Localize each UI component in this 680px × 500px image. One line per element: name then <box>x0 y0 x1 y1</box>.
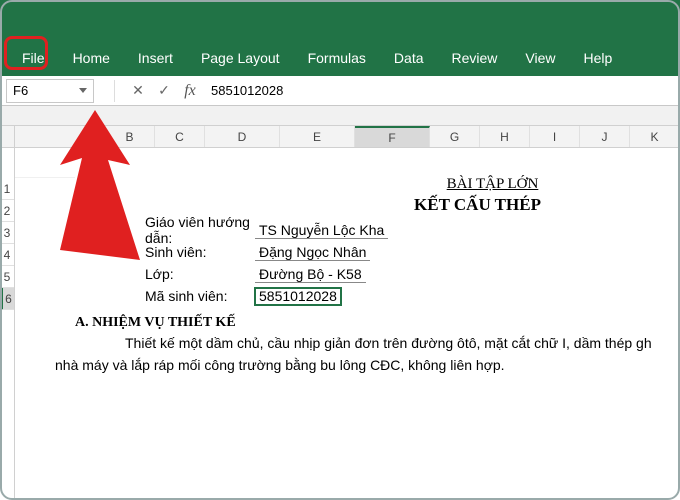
row-header-6[interactable]: 6 <box>0 288 14 310</box>
fx-icon[interactable]: fx <box>177 82 203 100</box>
separator <box>114 80 115 102</box>
tab-file[interactable]: File <box>8 42 59 74</box>
formula-bar: F6 ✕ ✓ fx <box>0 76 680 106</box>
row-header-3[interactable]: 3 <box>0 222 14 244</box>
tab-review[interactable]: Review <box>438 42 512 74</box>
doc-field-label: Lớp: <box>75 266 255 282</box>
row-header-5[interactable]: 5 <box>0 266 14 288</box>
tab-help[interactable]: Help <box>570 42 627 74</box>
column-header-b[interactable]: B <box>105 126 155 147</box>
active-cell[interactable]: 5851012028 <box>255 288 341 305</box>
doc-field-label: Mã sinh viên: <box>75 288 255 304</box>
sheet-area: 123456 ABCDEFGHIJK BÀI TẬP LỚN KẾT CẤU T… <box>0 126 680 500</box>
section-heading: A. NHIỆM VỤ THIẾT KẾ <box>75 315 680 331</box>
column-header-d[interactable]: D <box>205 126 280 147</box>
grid[interactable]: ABCDEFGHIJK BÀI TẬP LỚN KẾT CẤU THÉP Giá… <box>15 126 680 500</box>
row-header-4[interactable]: 4 <box>0 244 14 266</box>
select-all-corner[interactable] <box>0 126 14 148</box>
column-header-h[interactable]: H <box>480 126 530 147</box>
doc-field-label: Giáo viên hướng dẫn: <box>75 214 255 246</box>
column-header-k[interactable]: K <box>630 126 680 147</box>
column-header-f[interactable]: F <box>355 126 430 147</box>
doc-field-value[interactable]: TS Nguyễn Lộc Kha <box>255 222 388 239</box>
column-headers: ABCDEFGHIJK <box>15 126 680 148</box>
doc-field-value[interactable]: Đặng Ngọc Nhân <box>255 244 370 261</box>
ribbon-tabs: File Home Insert Page Layout Formulas Da… <box>0 40 680 76</box>
doc-field-value[interactable]: Đường Bộ - K58 <box>255 266 366 283</box>
column-header-i[interactable]: I <box>530 126 580 147</box>
title-bar <box>0 0 680 40</box>
cancel-icon[interactable]: ✕ <box>125 82 151 99</box>
doc-field-row: Giáo viên hướng dẫn:TS Nguyễn Lộc Kha <box>75 219 680 241</box>
doc-title-upper: BÀI TẬP LỚN <box>285 176 680 193</box>
doc-title-main: KẾT CẤU THÉP <box>255 195 680 215</box>
doc-field-label: Sinh viên: <box>75 244 255 260</box>
tab-view[interactable]: View <box>511 42 569 74</box>
column-header-e[interactable]: E <box>280 126 355 147</box>
horizontal-ruler <box>0 106 680 126</box>
doc-field-row: Mã sinh viên:5851012028 <box>75 285 680 307</box>
tab-home[interactable]: Home <box>59 42 124 74</box>
column-header-a[interactable]: A <box>75 126 105 147</box>
column-header-j[interactable]: J <box>580 126 630 147</box>
tab-page-layout[interactable]: Page Layout <box>187 42 294 74</box>
row-gutter: 123456 <box>0 126 15 500</box>
column-header-c[interactable]: C <box>155 126 205 147</box>
column-header-g[interactable]: G <box>430 126 480 147</box>
enter-icon[interactable]: ✓ <box>151 82 177 99</box>
chevron-down-icon[interactable] <box>79 88 87 93</box>
tab-data[interactable]: Data <box>380 42 438 74</box>
tab-insert[interactable]: Insert <box>124 42 187 74</box>
formula-input[interactable] <box>203 79 680 103</box>
tab-formulas[interactable]: Formulas <box>294 42 380 74</box>
doc-field-row: Lớp:Đường Bộ - K58 <box>75 263 680 285</box>
row-header-1[interactable]: 1 <box>0 178 14 200</box>
body-text: Thiết kế một dầm chủ, cầu nhịp giản đơn … <box>75 333 680 377</box>
document-content: BÀI TẬP LỚN KẾT CẤU THÉP Giáo viên hướng… <box>75 176 680 377</box>
row-header-2[interactable]: 2 <box>0 200 14 222</box>
name-box[interactable]: F6 <box>6 79 94 103</box>
doc-field-row: Sinh viên:Đặng Ngọc Nhân <box>75 241 680 263</box>
name-box-value: F6 <box>13 83 28 98</box>
